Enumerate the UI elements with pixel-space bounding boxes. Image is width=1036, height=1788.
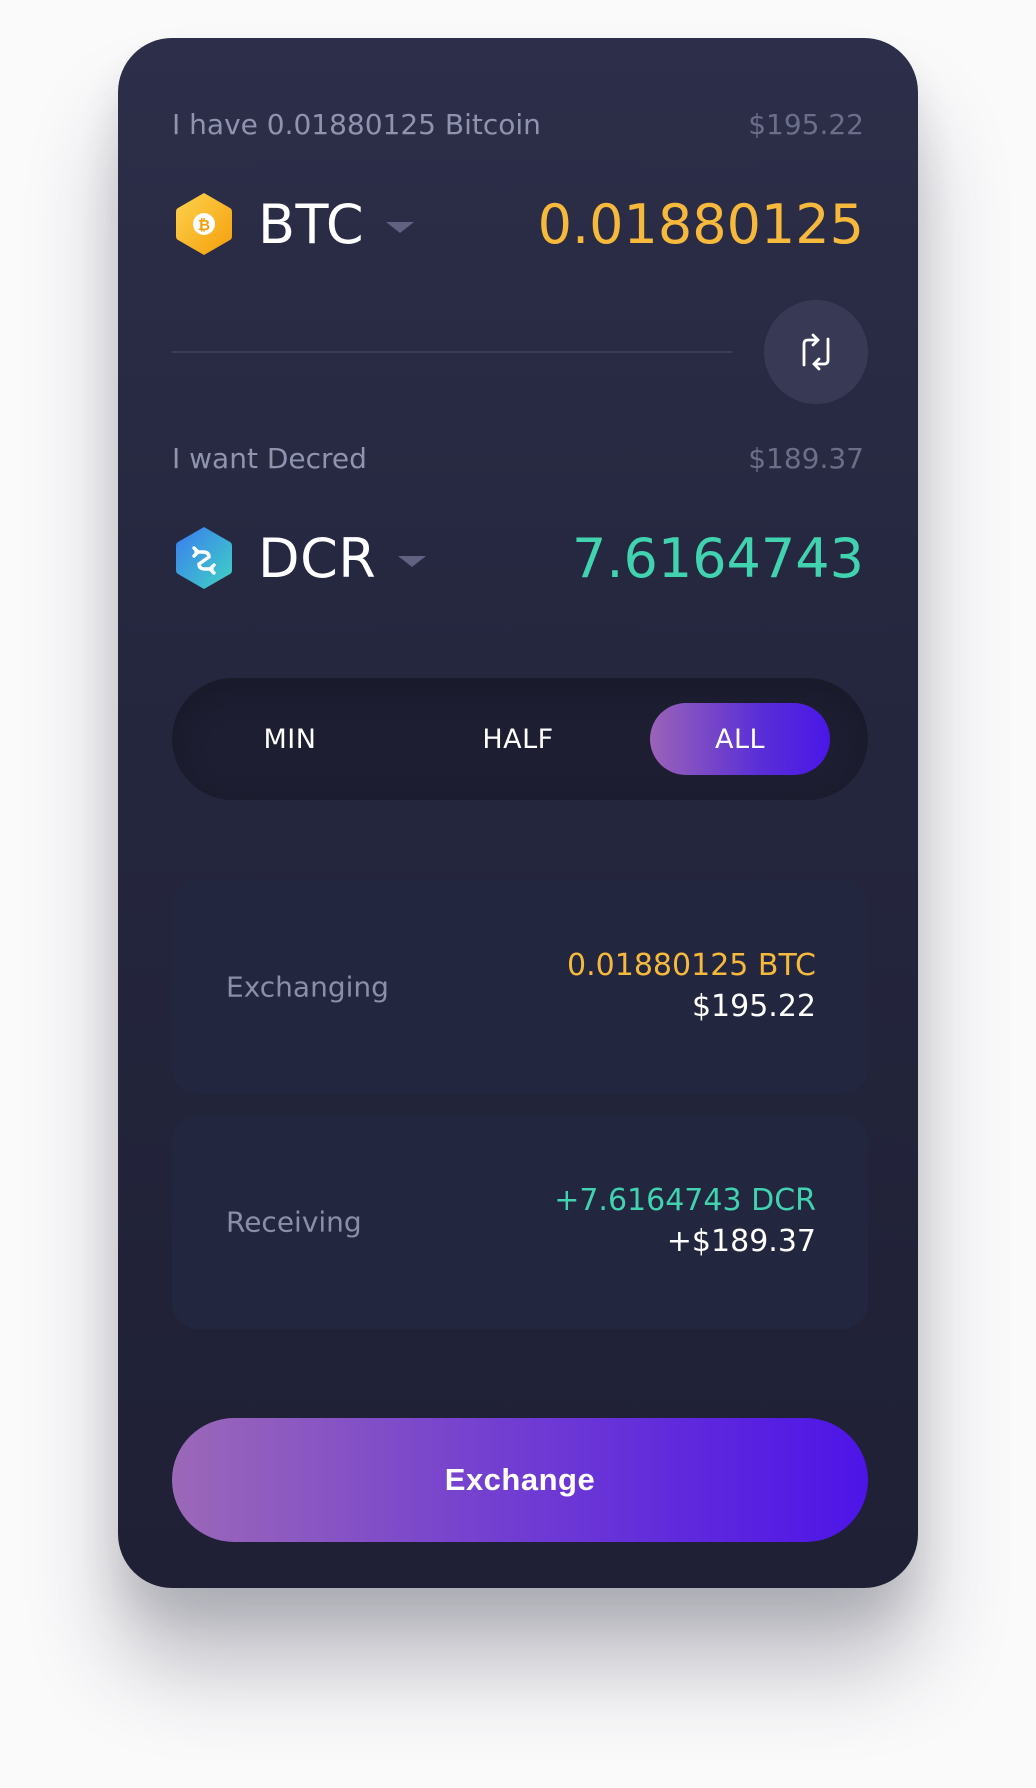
from-currency-dropdown-icon[interactable]	[386, 221, 415, 233]
amount-selector: MIN HALF ALL	[172, 678, 868, 800]
from-label: I have 0.01880125 Bitcoin	[172, 108, 541, 141]
to-usd-value: $189.37	[748, 442, 864, 475]
from-currency-code[interactable]: BTC	[258, 193, 364, 256]
to-currency-code[interactable]: DCR	[258, 527, 376, 590]
divider	[172, 351, 732, 353]
receiving-values: +7.6164743 DCR +$189.37	[554, 1181, 816, 1263]
receiving-label: Receiving	[226, 1205, 362, 1239]
to-currency-dropdown-icon[interactable]	[398, 555, 427, 567]
to-amount[interactable]: 7.6164743	[572, 527, 864, 590]
receiving-crypto-amount: +7.6164743 DCR	[554, 1183, 816, 1218]
exchanging-values: 0.01880125 BTC $195.22	[567, 946, 816, 1028]
receiving-summary: Receiving +7.6164743 DCR +$189.37	[172, 1115, 868, 1329]
exchange-button[interactable]: Exchange	[172, 1418, 868, 1542]
decred-hex-icon	[174, 525, 234, 591]
exchange-card: I have 0.01880125 Bitcoin $195.22 ₿ BTC …	[118, 38, 918, 1588]
from-amount[interactable]: 0.01880125	[538, 193, 864, 256]
exchanging-label: Exchanging	[226, 970, 389, 1004]
swap-currencies-button[interactable]	[764, 300, 868, 404]
exchanging-summary: Exchanging 0.01880125 BTC $195.22	[172, 880, 868, 1094]
exchanging-crypto-amount: 0.01880125 BTC	[567, 948, 816, 983]
receiving-fiat-amount: +$189.37	[666, 1224, 816, 1259]
bitcoin-hex-icon: ₿	[174, 191, 234, 257]
half-option[interactable]: HALF	[430, 703, 606, 775]
swap-arrows-icon	[802, 333, 830, 371]
from-currency-row: ₿ BTC 0.01880125	[174, 184, 864, 264]
from-usd-value: $195.22	[748, 108, 864, 141]
to-currency-row: DCR 7.6164743	[174, 518, 864, 598]
exchanging-fiat-amount: $195.22	[691, 989, 816, 1024]
svg-text:₿: ₿	[198, 216, 210, 234]
all-option[interactable]: ALL	[650, 703, 830, 775]
min-option[interactable]: MIN	[202, 703, 378, 775]
to-label: I want Decred	[172, 442, 367, 475]
